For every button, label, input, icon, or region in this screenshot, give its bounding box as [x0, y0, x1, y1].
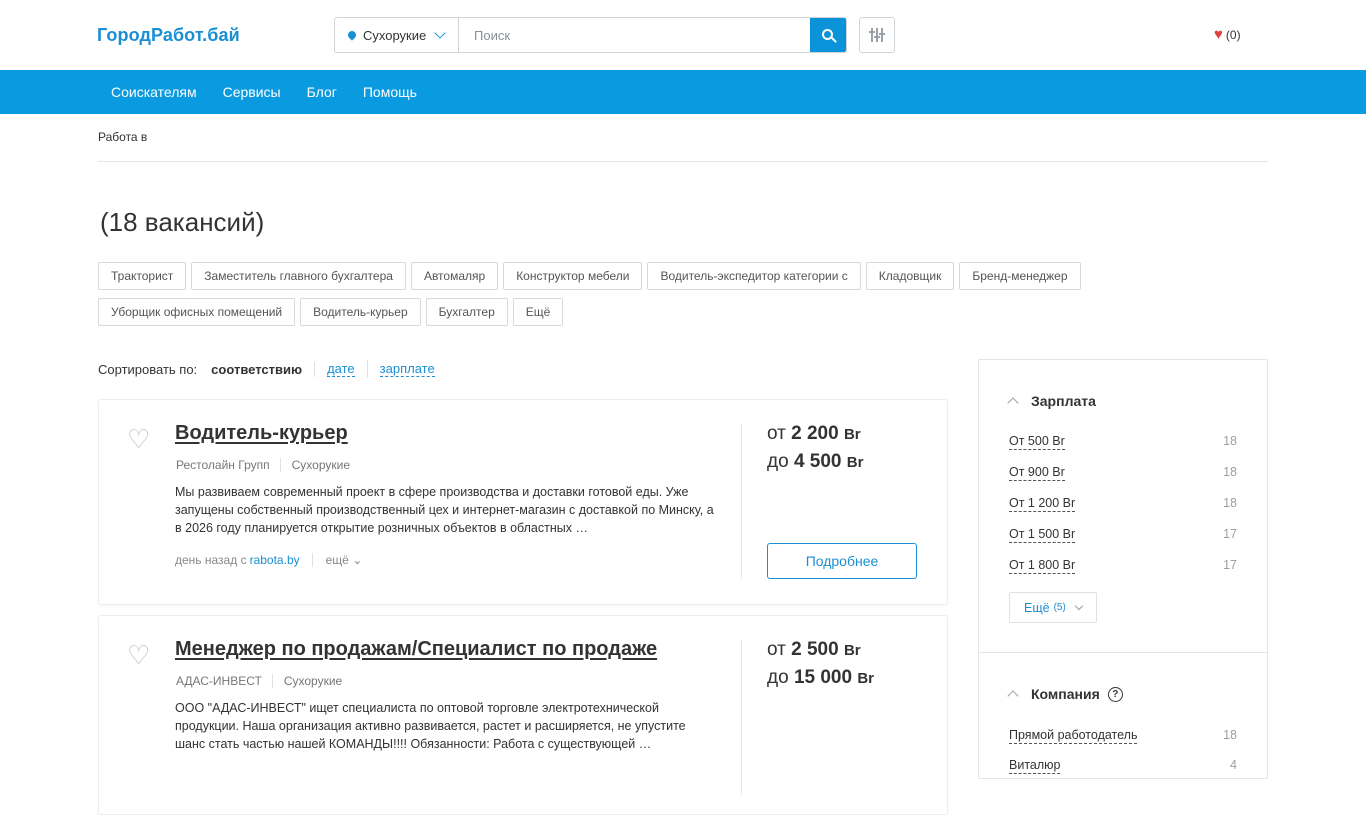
chevron-down-icon	[434, 27, 446, 39]
search-button[interactable]	[810, 18, 846, 52]
company-name: АДАС-ИНВЕСТ	[176, 674, 273, 688]
chevron-down-icon: ⌄	[352, 553, 363, 567]
city-selector[interactable]: Сухорукие	[335, 18, 459, 52]
help-icon[interactable]: ?	[1107, 686, 1123, 702]
tag-chip[interactable]: Автомаляр	[410, 262, 499, 290]
search-icon	[821, 28, 833, 40]
favorites-count: (0)	[1225, 27, 1241, 42]
vacancy-description: ООО "АДАС-ИНВЕСТ" ищет специалиста по оп…	[175, 701, 686, 751]
company-filter-option[interactable]: Прямой работодатель 18	[1009, 728, 1237, 744]
tag-chip[interactable]: Бухгалтер	[425, 298, 508, 326]
main-nav: Соискателям Сервисы Блог Помощь	[0, 70, 1366, 114]
salary-filter-option[interactable]: От 1 500 Br 17	[1009, 527, 1237, 543]
chevron-up-icon	[1007, 397, 1019, 409]
salary-to: до 4 500 Br	[767, 451, 864, 472]
salary-filter-header[interactable]: Зарплата	[1007, 393, 1096, 409]
salary-from: от 2 200 Br	[767, 423, 861, 444]
vacancy-title[interactable]: Водитель-курьер	[175, 422, 348, 445]
salary-from: от 2 500 Br	[767, 639, 861, 660]
sort-label: Сортировать по:	[98, 361, 198, 377]
sort-bar: Сортировать по: соответствию дате зарпла…	[98, 360, 435, 378]
vacancy-city: Сухорукие	[291, 458, 350, 472]
tag-chip[interactable]: Водитель-курьер	[300, 298, 421, 326]
sort-current: соответствию	[211, 361, 316, 377]
favorite-heart-icon[interactable]: ♡	[127, 642, 150, 668]
vacancy-meta: Рестолайн Групп Сухорукие	[176, 458, 350, 472]
vacancy-title[interactable]: Менеджер по продажам/Специалист по прода…	[175, 638, 657, 661]
company-filter-option[interactable]: Виталюр 4	[1009, 758, 1237, 774]
filters-sidebar: Зарплата От 500 Br 18 От 900 Br 18 От 1 …	[978, 359, 1268, 779]
favorites-link[interactable]: ♥ (0)	[1214, 27, 1241, 42]
vacancy-meta: АДАС-ИНВЕСТ Сухорукие	[176, 674, 342, 688]
search-bar: Сухорукие	[334, 17, 847, 53]
salary-filter-option[interactable]: От 1 200 Br 18	[1009, 496, 1237, 512]
chevron-down-icon	[1074, 601, 1084, 610]
posted-time: день назад с	[175, 553, 247, 567]
vacancy-description: Мы развиваем современный проект в сфере …	[175, 485, 714, 535]
nav-item-blog[interactable]: Блог	[307, 84, 337, 100]
nav-item-help[interactable]: Помощь	[363, 84, 417, 100]
heart-icon: ♥	[1214, 26, 1223, 43]
city-label: Сухорукие	[363, 27, 427, 43]
sliders-icon	[869, 28, 875, 42]
salary-more-button[interactable]: Ещё (5)	[1009, 592, 1097, 623]
vacancy-card: ♡ Водитель-курьер Рестолайн Групп Сухору…	[98, 399, 948, 605]
breadcrumb: Работа в	[98, 130, 148, 144]
location-pin-icon	[346, 29, 358, 41]
tag-chip[interactable]: Кладовщик	[865, 262, 955, 290]
chevron-up-icon	[1007, 690, 1019, 702]
nav-item-services[interactable]: Сервисы	[223, 84, 281, 100]
vacancy-card: ♡ Менеджер по продажам/Специалист по про…	[98, 615, 948, 815]
tag-chip[interactable]: Заместитель главного бухгалтера	[191, 262, 406, 290]
more-dropdown[interactable]: ещё ⌄	[311, 553, 363, 567]
sort-by-date[interactable]: дате	[327, 361, 355, 377]
tag-chip[interactable]: Тракторист	[98, 262, 187, 290]
company-name: Рестолайн Групп	[176, 458, 281, 472]
tag-chip[interactable]: Уборщик офисных помещений	[98, 298, 296, 326]
salary-filter-option[interactable]: От 900 Br 18	[1009, 465, 1237, 481]
header: ГородРабот.бай Сухорукие ♥ (0)	[0, 0, 1366, 70]
details-button[interactable]: Подробнее	[767, 543, 917, 579]
vacancy-city: Сухорукие	[283, 674, 343, 688]
filters-button[interactable]	[859, 17, 895, 53]
source-link[interactable]: rabota.by	[250, 553, 300, 567]
site-logo[interactable]: ГородРабот.бай	[97, 25, 240, 46]
favorite-heart-icon[interactable]: ♡	[127, 426, 150, 452]
related-tags: Тракторист Заместитель главного бухгалте…	[98, 262, 1108, 326]
salary-to: до 15 000 Br	[767, 667, 875, 688]
divider	[98, 161, 1268, 162]
tag-chip[interactable]: Водитель-экспедитор категории с	[647, 262, 861, 290]
tag-chip[interactable]: Бренд-менеджер	[959, 262, 1081, 290]
vacancy-footer: день назад с rabota.by ещё ⌄	[175, 553, 362, 567]
search-input[interactable]	[459, 18, 810, 52]
tag-chip[interactable]: Конструктор мебели	[503, 262, 643, 290]
company-filter-header[interactable]: Компания ?	[1007, 686, 1123, 702]
nav-item-seekers[interactable]: Соискателям	[111, 84, 197, 100]
salary-filter-option[interactable]: От 1 800 Br 17	[1009, 558, 1237, 574]
salary-filter-option[interactable]: От 500 Br 18	[1009, 434, 1237, 450]
page-title: (18 вакансий)	[100, 207, 265, 237]
tag-more[interactable]: Ещё	[512, 298, 564, 326]
sort-by-salary[interactable]: зарплате	[379, 361, 435, 377]
